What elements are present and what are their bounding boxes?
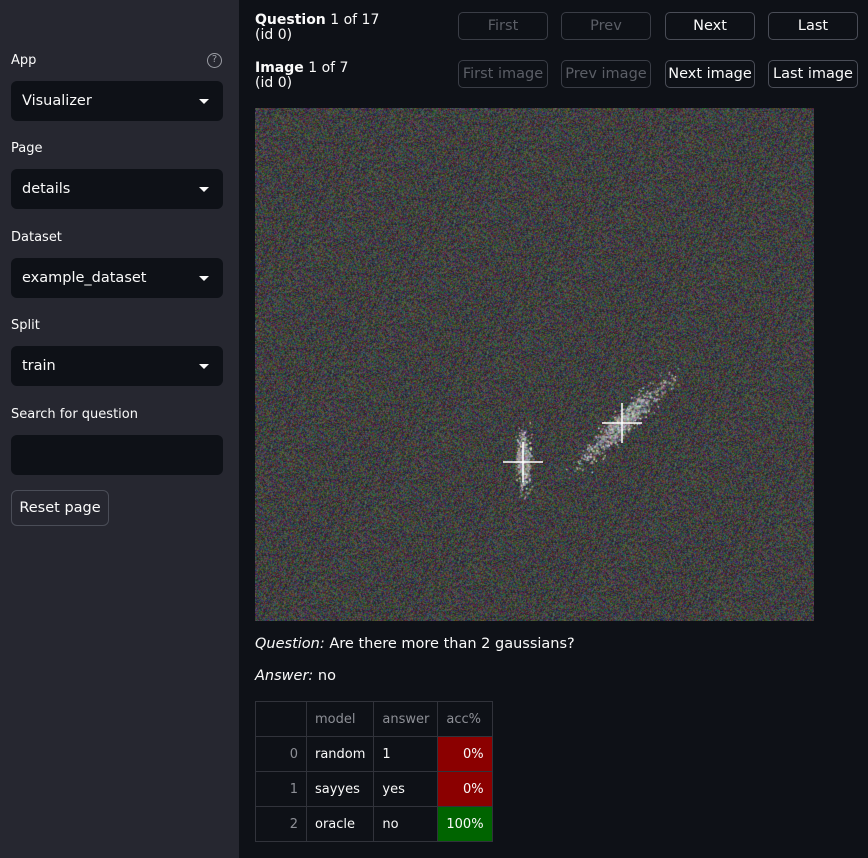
model-cell: sayyes (305, 771, 375, 807)
column-header-index (255, 701, 307, 737)
question-id: (id 0) (255, 27, 293, 43)
question-title: Question (255, 12, 326, 28)
answer-cell: no (373, 806, 439, 842)
app-label: App (11, 53, 37, 68)
acc-cell: 100% (437, 806, 493, 842)
page-label: Page (11, 141, 43, 156)
split-select-value: train (22, 358, 56, 374)
crosshair-marker (503, 442, 543, 482)
app-select[interactable]: Visualizer (11, 81, 223, 121)
acc-cell: 0% (437, 771, 493, 807)
crosshair-overlay (503, 403, 642, 482)
results-table: model answer acc% 0 random 1 0% 1 sayyes… (255, 701, 493, 842)
question-header: Question 1 of 17 (id 0) (255, 13, 379, 43)
last-image-button[interactable]: Last image (768, 60, 858, 88)
answer-label: Answer: (255, 668, 314, 684)
dataset-label: Dataset (11, 230, 62, 245)
next-image-button[interactable]: Next image (665, 60, 755, 88)
row-index: 0 (255, 736, 307, 772)
chevron-down-icon (199, 187, 209, 192)
split-select[interactable]: train (11, 346, 223, 386)
help-icon[interactable]: ? (207, 53, 222, 68)
question-counter: 1 of 17 (325, 12, 380, 28)
answer-cell: yes (373, 771, 439, 807)
row-index: 2 (255, 806, 307, 842)
chevron-down-icon (199, 276, 209, 281)
table-header-row: model answer acc% (255, 701, 493, 737)
image-counter: 1 of 7 (303, 60, 349, 76)
last-button[interactable]: Last (768, 12, 858, 40)
next-button[interactable]: Next (665, 12, 755, 40)
model-cell: oracle (305, 806, 375, 842)
reset-page-button[interactable]: Reset page (11, 490, 109, 526)
prev-image-button[interactable]: Prev image (561, 60, 651, 88)
column-header-answer: answer (373, 701, 439, 737)
sidebar: App ? Visualizer Page details Dataset ex… (0, 0, 239, 858)
page-select[interactable]: details (11, 169, 223, 209)
table-row: 1 sayyes yes 0% (255, 771, 493, 807)
dataset-select[interactable]: example_dataset (11, 258, 223, 298)
table-row: 0 random 1 0% (255, 736, 493, 772)
answer-cell: 1 (373, 736, 439, 772)
image-title: Image (255, 60, 304, 76)
gaussian-scatter-image (255, 108, 814, 621)
model-cell: random (305, 736, 375, 772)
split-label: Split (11, 318, 40, 333)
row-index: 1 (255, 771, 307, 807)
answer-text: no (313, 668, 336, 684)
answer-line: Answer: no (255, 668, 336, 684)
crosshair-marker (602, 403, 642, 443)
question-label: Question: (255, 636, 325, 652)
page-select-value: details (22, 181, 71, 197)
chevron-down-icon (199, 99, 209, 104)
question-text: Are there more than 2 gaussians? (324, 636, 575, 652)
chevron-down-icon (199, 364, 209, 369)
dataset-select-value: example_dataset (22, 270, 147, 286)
search-input[interactable] (11, 435, 223, 475)
search-label: Search for question (11, 407, 138, 422)
app-select-value: Visualizer (22, 93, 92, 109)
first-image-button[interactable]: First image (458, 60, 548, 88)
table-row: 2 oracle no 100% (255, 806, 493, 842)
first-button[interactable]: First (458, 12, 548, 40)
question-line: Question: Are there more than 2 gaussian… (255, 636, 575, 652)
image-header: Image 1 of 7 (id 0) (255, 61, 348, 91)
column-header-model: model (305, 701, 375, 737)
acc-cell: 0% (437, 736, 493, 772)
prev-button[interactable]: Prev (561, 12, 651, 40)
image-id: (id 0) (255, 75, 293, 91)
column-header-acc: acc% (437, 701, 493, 737)
